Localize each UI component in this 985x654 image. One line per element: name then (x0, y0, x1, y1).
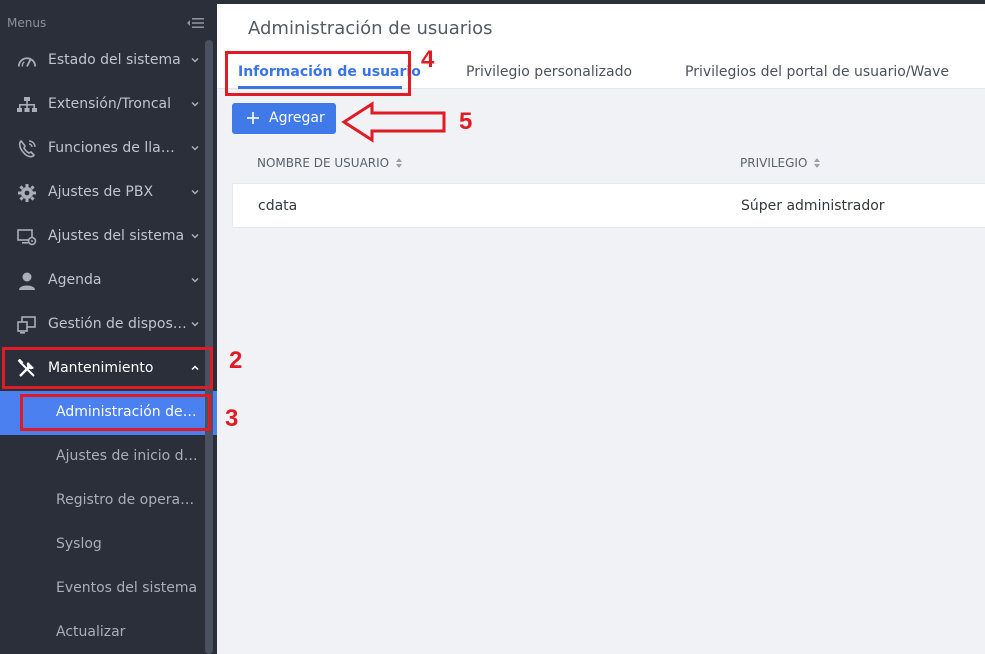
collapse-menu-icon[interactable] (185, 16, 205, 30)
sidebar-item-agenda[interactable]: Agenda (0, 259, 205, 303)
chevron-down-icon (191, 277, 199, 283)
annotation-box-mantenimiento (2, 347, 213, 389)
cell-username: cdata (258, 198, 298, 214)
cell-privilege: Súper administrador (741, 198, 885, 214)
tab-privilegio-personalizado[interactable]: Privilegio personalizado (466, 64, 632, 80)
plus-icon (247, 112, 259, 124)
sidebar-item-label: Funciones de llamada (48, 140, 188, 156)
chevron-down-icon (191, 101, 199, 107)
chevron-down-icon (191, 189, 199, 195)
table-row[interactable]: cdata Súper administrador (232, 183, 985, 228)
sidebar-subitem-label: Syslog (56, 536, 102, 552)
sidebar-item-dispositivos[interactable]: Gestión de dispositivos (0, 303, 205, 347)
phone-icon (17, 139, 37, 159)
add-button-label: Agregar (269, 110, 325, 126)
chevron-down-icon (191, 233, 199, 239)
monitor-gear-icon (17, 227, 37, 247)
column-header-username[interactable]: NOMBRE DE USUARIO (257, 156, 403, 170)
column-header-privilege[interactable]: PRIVILEGIO (740, 156, 821, 170)
page-title: Administración de usuarios (248, 18, 493, 39)
sidebar-item-estado[interactable]: Estado del sistema (0, 39, 205, 83)
menus-label: Menus (7, 16, 47, 30)
sidebar-subitem-inicio-sesion[interactable]: Ajustes de inicio de sesión (0, 435, 205, 479)
sidebar-subitem-label: Actualizar (56, 624, 126, 640)
sidebar-item-label: Gestión de dispositivos (48, 316, 188, 332)
sidebar-item-label: Extensión/Troncal (48, 96, 171, 112)
chevron-down-icon (191, 145, 199, 151)
network-tree-icon (17, 95, 37, 115)
sidebar-subitem-label: Registro de operaciones (56, 492, 198, 508)
sidebar-item-label: Ajustes de PBX (48, 184, 154, 200)
annotation-arrow-left-icon (341, 101, 446, 143)
sidebar-subitem-label: Ajustes de inicio de sesión (56, 448, 198, 464)
sidebar-subitem-actualizar[interactable]: Actualizar (0, 611, 205, 654)
sidebar-subitem-registro[interactable]: Registro de operaciones (0, 479, 205, 523)
main-content: Administración de usuarios Información d… (217, 4, 985, 654)
annotation-number-4: 4 (421, 46, 435, 73)
add-user-button[interactable]: Agregar (232, 103, 336, 134)
annotation-box-tab (225, 51, 411, 96)
sidebar-subitem-eventos[interactable]: Eventos del sistema (0, 567, 205, 611)
annotation-number-2: 2 (229, 347, 243, 374)
sidebar-item-label: Ajustes del sistema (48, 228, 185, 244)
chevron-down-icon (191, 321, 199, 327)
user-icon (17, 271, 37, 291)
sort-icon (814, 158, 821, 168)
sidebar-item-label: Agenda (48, 272, 102, 288)
sort-icon (396, 158, 403, 168)
sidebar-item-funciones[interactable]: Funciones de llamada (0, 127, 205, 171)
sidebar-subitem-label: Eventos del sistema (56, 580, 198, 596)
annotation-number-3: 3 (225, 405, 239, 432)
sidebar-item-sistema[interactable]: Ajustes del sistema (0, 215, 205, 259)
sidebar-item-pbx[interactable]: Ajustes de PBX (0, 171, 205, 215)
gear-icon (17, 183, 37, 203)
annotation-box-administracion (20, 394, 211, 431)
tab-privilegios-portal[interactable]: Privilegios del portal de usuario/Wave (685, 64, 949, 80)
sidebar-header: Menus (0, 10, 217, 36)
chevron-down-icon (191, 57, 199, 63)
speedometer-icon (17, 51, 37, 71)
annotation-number-5: 5 (459, 108, 473, 135)
sidebar-item-label: Estado del sistema (48, 52, 181, 68)
sidebar: Menus Estado del sistema Extensión/Tronc… (0, 0, 217, 654)
sidebar-item-extension[interactable]: Extensión/Troncal (0, 83, 205, 127)
devices-icon (17, 315, 37, 335)
sidebar-subitem-syslog[interactable]: Syslog (0, 523, 205, 567)
